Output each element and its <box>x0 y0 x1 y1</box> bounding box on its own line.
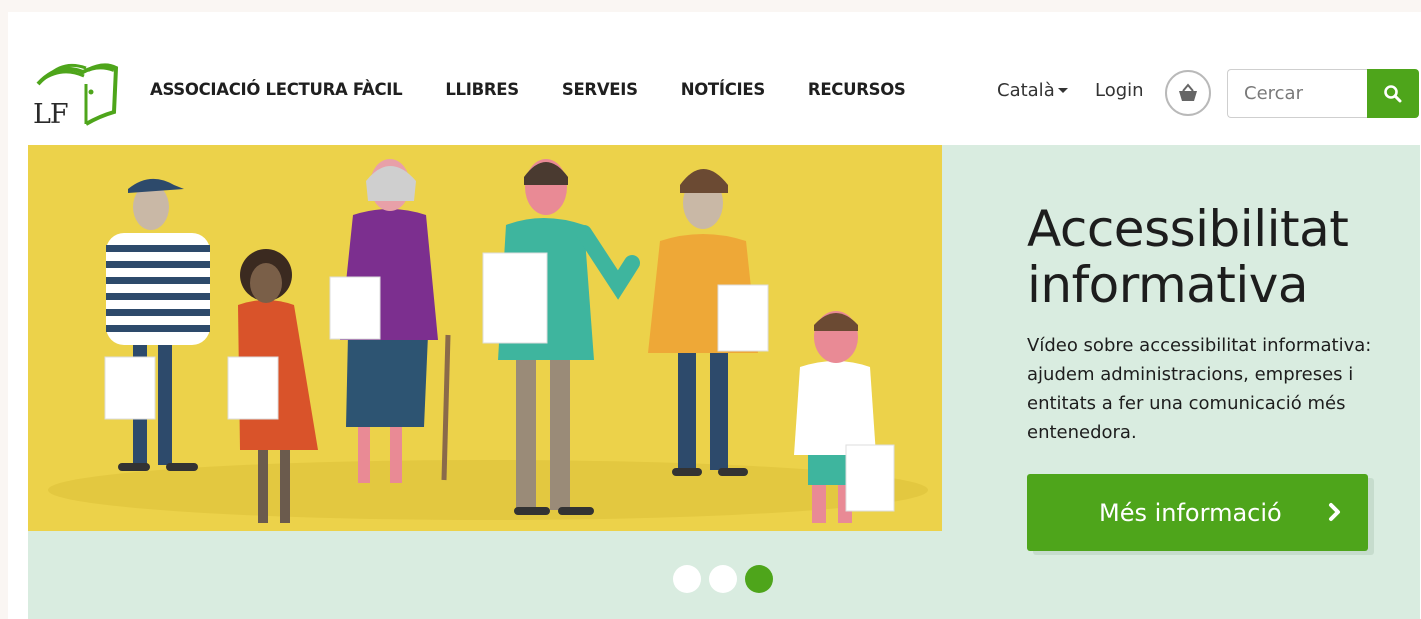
main-nav: ASSOCIACIÓ LECTURA FÀCIL LLIBRES SERVEIS… <box>150 80 949 99</box>
hero-illustration <box>28 145 942 531</box>
more-info-button[interactable]: Més informació <box>1027 474 1368 551</box>
nav-item-llibres[interactable]: LLIBRES <box>445 80 519 99</box>
search-button[interactable] <box>1367 69 1419 118</box>
nav-item-recursos[interactable]: RECURSOS <box>808 80 906 99</box>
logo-text: LF <box>33 99 69 130</box>
hero-carousel: Accessibilitat informativa Vídeo sobre a… <box>28 145 1420 619</box>
carousel-dot-2[interactable] <box>709 565 737 593</box>
people-holding-documents-illustration <box>28 145 942 531</box>
hero-title-line2: informativa <box>1027 256 1309 314</box>
search-input[interactable] <box>1227 69 1368 118</box>
hero-description: Vídeo sobre accessibilitat informativa: … <box>1027 335 1372 443</box>
carousel-dots <box>673 565 781 593</box>
caret-down-icon <box>1057 88 1068 93</box>
login-link[interactable]: Login <box>1095 80 1144 101</box>
cart-button[interactable] <box>1165 70 1211 116</box>
page: LF ASSOCIACIÓ LECTURA FÀCIL LLIBRES SERV… <box>8 12 1421 619</box>
site-logo[interactable]: LF <box>28 54 120 130</box>
hero-title: Accessibilitat informativa <box>1027 201 1407 313</box>
carousel-dot-3[interactable] <box>745 565 773 593</box>
shopping-basket-icon <box>1179 83 1197 101</box>
carousel-dot-1[interactable] <box>673 565 701 593</box>
nav-item-serveis[interactable]: SERVEIS <box>562 80 638 99</box>
search-icon <box>1384 84 1402 102</box>
hero-title-line1: Accessibilitat <box>1027 200 1349 258</box>
nav-item-associacio[interactable]: ASSOCIACIÓ LECTURA FÀCIL <box>150 80 403 99</box>
more-info-label: Més informació <box>1099 498 1282 527</box>
nav-item-noticies[interactable]: NOTÍCIES <box>681 80 766 99</box>
language-label: Català <box>997 80 1055 101</box>
language-selector[interactable]: Català <box>997 80 1068 101</box>
chevron-right-icon <box>1329 503 1340 521</box>
